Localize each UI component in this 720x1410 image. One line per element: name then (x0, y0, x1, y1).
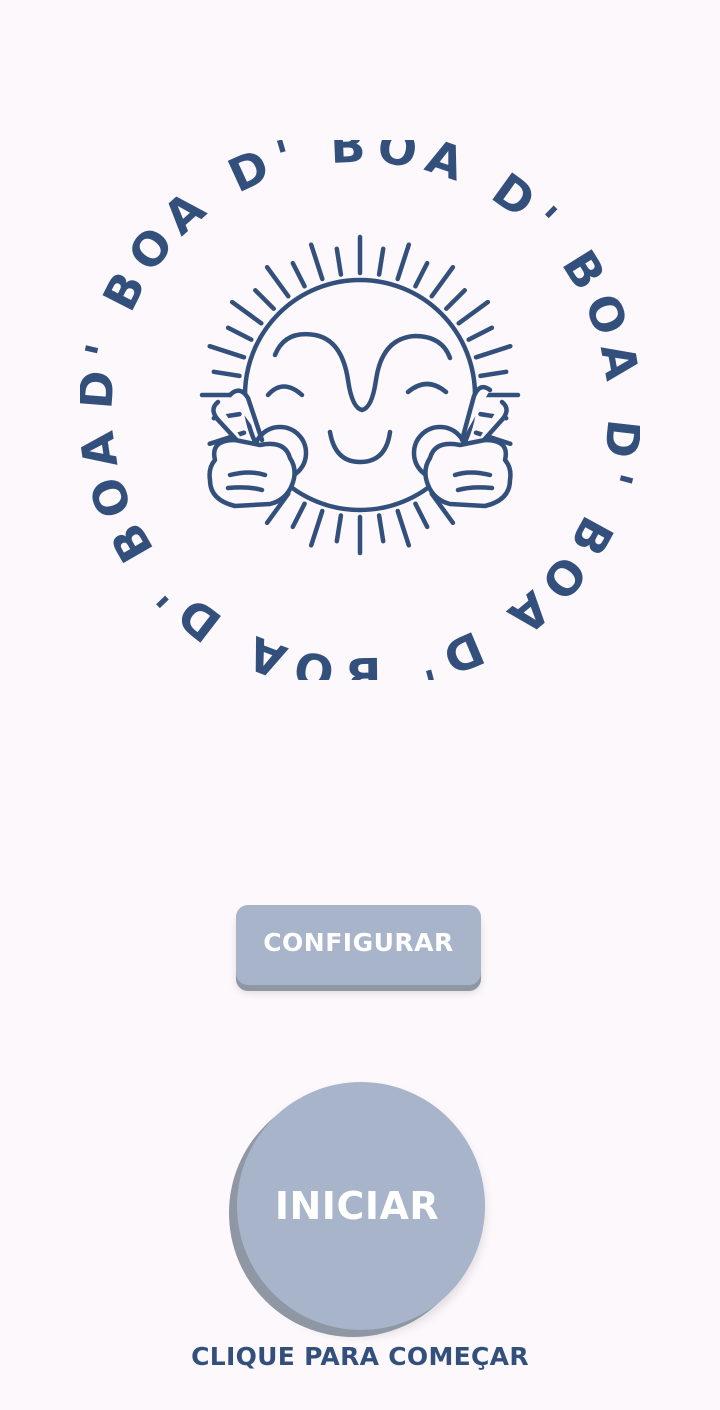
sun-ray (334, 246, 344, 277)
sun-ray (473, 343, 513, 360)
sun-ray (225, 325, 254, 342)
sun-ray (413, 501, 430, 530)
sun-ray (334, 513, 344, 544)
sun-ray (376, 246, 386, 277)
sun-ray (478, 369, 509, 379)
sun-ray (211, 369, 242, 379)
sun-mascot-logo-icon: D' BOA D' BOA D' BOA D' BOA D' BOA D' BO… (80, 140, 640, 680)
sun-ray (444, 288, 467, 311)
sun-ray (207, 343, 247, 360)
sun-ray (466, 325, 495, 342)
start-button-label: INICIAR (274, 1184, 440, 1228)
sun-ray (429, 264, 456, 299)
sun-ray (413, 260, 430, 289)
sun-ray (253, 288, 276, 311)
sun-ray (395, 242, 412, 282)
logo: D' BOA D' BOA D' BOA D' BOA D' BOA D' BO… (80, 140, 640, 680)
sun-ray (308, 242, 325, 282)
sun-ray (290, 260, 307, 289)
sun-ray (264, 264, 291, 299)
sun-ray (308, 508, 325, 548)
sun-ray (290, 501, 307, 530)
start-hint-text: CLIQUE PARA COMEÇAR (191, 1342, 529, 1371)
start-button[interactable]: INICIAR (237, 1082, 485, 1330)
sun-ray (376, 513, 386, 544)
sun-ray (395, 508, 412, 548)
configure-button[interactable]: CONFIGURAR (236, 905, 481, 985)
sun-ray (456, 299, 491, 326)
configure-button-label: CONFIGURAR (263, 927, 454, 957)
sun-ray (229, 299, 264, 326)
